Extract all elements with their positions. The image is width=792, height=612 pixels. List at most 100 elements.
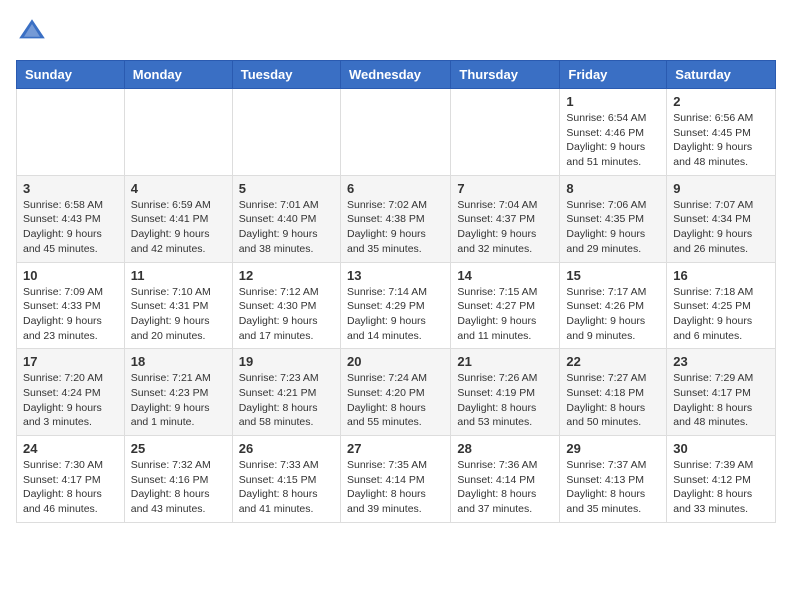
day-info: Sunrise: 6:58 AM Sunset: 4:43 PM Dayligh… (23, 198, 118, 257)
calendar-cell: 22 Sunrise: 7:27 AM Sunset: 4:18 PM Dayli… (560, 349, 667, 436)
calendar-cell: 19 Sunrise: 7:23 AM Sunset: 4:21 PM Dayli… (232, 349, 340, 436)
calendar-table: SundayMondayTuesdayWednesdayThursdayFrid… (16, 60, 776, 523)
day-info: Sunrise: 7:07 AM Sunset: 4:34 PM Dayligh… (673, 198, 769, 257)
day-info: Sunrise: 7:10 AM Sunset: 4:31 PM Dayligh… (131, 285, 226, 344)
calendar-cell: 14 Sunrise: 7:15 AM Sunset: 4:27 PM Dayli… (451, 262, 560, 349)
calendar-cell (17, 89, 125, 176)
weekday-header: Friday (560, 61, 667, 89)
day-info: Sunrise: 7:14 AM Sunset: 4:29 PM Dayligh… (347, 285, 444, 344)
day-info: Sunrise: 7:18 AM Sunset: 4:25 PM Dayligh… (673, 285, 769, 344)
day-info: Sunrise: 7:23 AM Sunset: 4:21 PM Dayligh… (239, 371, 334, 430)
day-number: 28 (457, 441, 553, 456)
calendar-cell: 13 Sunrise: 7:14 AM Sunset: 4:29 PM Dayli… (340, 262, 450, 349)
calendar-cell: 7 Sunrise: 7:04 AM Sunset: 4:37 PM Daylig… (451, 175, 560, 262)
calendar-cell: 10 Sunrise: 7:09 AM Sunset: 4:33 PM Dayli… (17, 262, 125, 349)
weekday-header: Monday (124, 61, 232, 89)
calendar-cell: 24Sunrise: 7:30 AM Sunset: 4:17 PM Dayli… (17, 436, 125, 523)
day-number: 10 (23, 268, 118, 283)
day-number: 23 (673, 354, 769, 369)
calendar-cell: 11 Sunrise: 7:10 AM Sunset: 4:31 PM Dayli… (124, 262, 232, 349)
day-number: 27 (347, 441, 444, 456)
logo-icon (16, 16, 48, 48)
day-number: 6 (347, 181, 444, 196)
day-number: 7 (457, 181, 553, 196)
day-info: Sunrise: 7:30 AM Sunset: 4:17 PM Dayligh… (23, 458, 118, 517)
calendar-cell: 3 Sunrise: 6:58 AM Sunset: 4:43 PM Daylig… (17, 175, 125, 262)
day-number: 22 (566, 354, 660, 369)
day-info: Sunrise: 7:36 AM Sunset: 4:14 PM Dayligh… (457, 458, 553, 517)
day-number: 17 (23, 354, 118, 369)
day-info: Sunrise: 7:29 AM Sunset: 4:17 PM Dayligh… (673, 371, 769, 430)
calendar-cell: 9 Sunrise: 7:07 AM Sunset: 4:34 PM Daylig… (667, 175, 776, 262)
day-number: 2 (673, 94, 769, 109)
calendar-cell: 16 Sunrise: 7:18 AM Sunset: 4:25 PM Dayli… (667, 262, 776, 349)
day-number: 20 (347, 354, 444, 369)
calendar-cell: 5 Sunrise: 7:01 AM Sunset: 4:40 PM Daylig… (232, 175, 340, 262)
day-info: Sunrise: 7:02 AM Sunset: 4:38 PM Dayligh… (347, 198, 444, 257)
day-info: Sunrise: 7:35 AM Sunset: 4:14 PM Dayligh… (347, 458, 444, 517)
weekday-header: Sunday (17, 61, 125, 89)
day-number: 11 (131, 268, 226, 283)
calendar-cell (124, 89, 232, 176)
calendar-cell: 8Sunrise: 7:06 AM Sunset: 4:35 PM Daylig… (560, 175, 667, 262)
calendar-cell: 29Sunrise: 7:37 AM Sunset: 4:13 PM Dayli… (560, 436, 667, 523)
day-info: Sunrise: 7:12 AM Sunset: 4:30 PM Dayligh… (239, 285, 334, 344)
calendar-cell: 1Sunrise: 6:54 AM Sunset: 4:46 PM Daylig… (560, 89, 667, 176)
day-number: 18 (131, 354, 226, 369)
day-number: 3 (23, 181, 118, 196)
page-header (16, 16, 776, 48)
weekday-header: Wednesday (340, 61, 450, 89)
day-number: 1 (566, 94, 660, 109)
day-number: 19 (239, 354, 334, 369)
calendar-cell: 6 Sunrise: 7:02 AM Sunset: 4:38 PM Daylig… (340, 175, 450, 262)
calendar-cell: 30 Sunrise: 7:39 AM Sunset: 4:12 PM Dayli… (667, 436, 776, 523)
calendar-cell: 18 Sunrise: 7:21 AM Sunset: 4:23 PM Dayli… (124, 349, 232, 436)
day-number: 21 (457, 354, 553, 369)
logo (16, 16, 52, 48)
calendar-cell: 25 Sunrise: 7:32 AM Sunset: 4:16 PM Dayli… (124, 436, 232, 523)
weekday-header: Saturday (667, 61, 776, 89)
day-info: Sunrise: 7:04 AM Sunset: 4:37 PM Dayligh… (457, 198, 553, 257)
calendar-cell: 2 Sunrise: 6:56 AM Sunset: 4:45 PM Daylig… (667, 89, 776, 176)
calendar-cell: 23 Sunrise: 7:29 AM Sunset: 4:17 PM Dayli… (667, 349, 776, 436)
calendar-cell: 15Sunrise: 7:17 AM Sunset: 4:26 PM Dayli… (560, 262, 667, 349)
calendar-header-row: SundayMondayTuesdayWednesdayThursdayFrid… (17, 61, 776, 89)
calendar-cell (451, 89, 560, 176)
day-number: 14 (457, 268, 553, 283)
day-info: Sunrise: 7:01 AM Sunset: 4:40 PM Dayligh… (239, 198, 334, 257)
calendar-cell: 27 Sunrise: 7:35 AM Sunset: 4:14 PM Dayli… (340, 436, 450, 523)
day-info: Sunrise: 7:33 AM Sunset: 4:15 PM Dayligh… (239, 458, 334, 517)
day-number: 13 (347, 268, 444, 283)
calendar-cell: 20Sunrise: 7:24 AM Sunset: 4:20 PM Dayli… (340, 349, 450, 436)
day-number: 9 (673, 181, 769, 196)
calendar-cell: 28 Sunrise: 7:36 AM Sunset: 4:14 PM Dayli… (451, 436, 560, 523)
weekday-header: Thursday (451, 61, 560, 89)
day-number: 16 (673, 268, 769, 283)
weekday-header: Tuesday (232, 61, 340, 89)
day-info: Sunrise: 7:15 AM Sunset: 4:27 PM Dayligh… (457, 285, 553, 344)
day-number: 25 (131, 441, 226, 456)
day-number: 5 (239, 181, 334, 196)
day-info: Sunrise: 7:39 AM Sunset: 4:12 PM Dayligh… (673, 458, 769, 517)
day-info: Sunrise: 7:17 AM Sunset: 4:26 PM Dayligh… (566, 285, 660, 344)
day-info: Sunrise: 7:21 AM Sunset: 4:23 PM Dayligh… (131, 371, 226, 430)
calendar-cell: 4Sunrise: 6:59 AM Sunset: 4:41 PM Daylig… (124, 175, 232, 262)
calendar-cell (232, 89, 340, 176)
calendar-cell: 12 Sunrise: 7:12 AM Sunset: 4:30 PM Dayli… (232, 262, 340, 349)
calendar-cell: 26Sunrise: 7:33 AM Sunset: 4:15 PM Dayli… (232, 436, 340, 523)
day-info: Sunrise: 7:32 AM Sunset: 4:16 PM Dayligh… (131, 458, 226, 517)
day-info: Sunrise: 7:20 AM Sunset: 4:24 PM Dayligh… (23, 371, 118, 430)
day-info: Sunrise: 7:09 AM Sunset: 4:33 PM Dayligh… (23, 285, 118, 344)
calendar-week-row: 17 Sunrise: 7:20 AM Sunset: 4:24 PM Dayli… (17, 349, 776, 436)
day-info: Sunrise: 7:27 AM Sunset: 4:18 PM Dayligh… (566, 371, 660, 430)
day-number: 4 (131, 181, 226, 196)
day-number: 29 (566, 441, 660, 456)
calendar-week-row: 10 Sunrise: 7:09 AM Sunset: 4:33 PM Dayli… (17, 262, 776, 349)
day-number: 30 (673, 441, 769, 456)
calendar-cell (340, 89, 450, 176)
day-info: Sunrise: 6:56 AM Sunset: 4:45 PM Dayligh… (673, 111, 769, 170)
calendar-week-row: 24Sunrise: 7:30 AM Sunset: 4:17 PM Dayli… (17, 436, 776, 523)
day-info: Sunrise: 7:26 AM Sunset: 4:19 PM Dayligh… (457, 371, 553, 430)
day-number: 12 (239, 268, 334, 283)
calendar-cell: 17 Sunrise: 7:20 AM Sunset: 4:24 PM Dayli… (17, 349, 125, 436)
